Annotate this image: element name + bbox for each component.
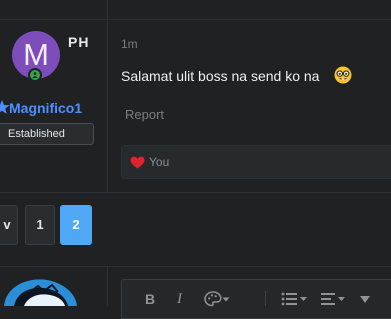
- color-palette-icon[interactable]: [204, 291, 222, 307]
- pagination-prev-button[interactable]: v: [0, 205, 18, 245]
- chevron-down-icon[interactable]: [222, 297, 230, 302]
- online-status-icon: [28, 68, 42, 82]
- toolbar-separator: [265, 291, 266, 306]
- previous-post-footer: [0, 0, 391, 19]
- user-title-badge: Established: [0, 123, 94, 145]
- list-icon[interactable]: [281, 292, 307, 306]
- user-icon: [32, 72, 38, 78]
- more-icon[interactable]: [358, 292, 372, 306]
- nerd-face-emoji: [334, 66, 352, 84]
- pagination-page-1[interactable]: 1: [25, 205, 55, 245]
- divider: [0, 266, 391, 267]
- pagination-page-2-current[interactable]: 2: [60, 205, 92, 245]
- user-initials: PH: [68, 34, 90, 50]
- bold-icon[interactable]: B: [145, 292, 155, 306]
- italic-icon[interactable]: I: [177, 292, 182, 307]
- post-message: Salamat ulit boss na send ko na: [121, 68, 320, 84]
- divider: [107, 267, 108, 306]
- reply-editor[interactable]: [121, 279, 391, 319]
- divider: [0, 192, 391, 193]
- report-link[interactable]: Report: [125, 107, 164, 122]
- post-timestamp[interactable]: 1m: [121, 37, 138, 51]
- align-icon[interactable]: [321, 292, 347, 306]
- reaction-users-link[interactable]: You: [149, 155, 169, 169]
- reply-avatar[interactable]: [0, 276, 80, 306]
- username-link[interactable]: Magnifico1: [9, 100, 82, 116]
- heart-icon: [130, 156, 145, 169]
